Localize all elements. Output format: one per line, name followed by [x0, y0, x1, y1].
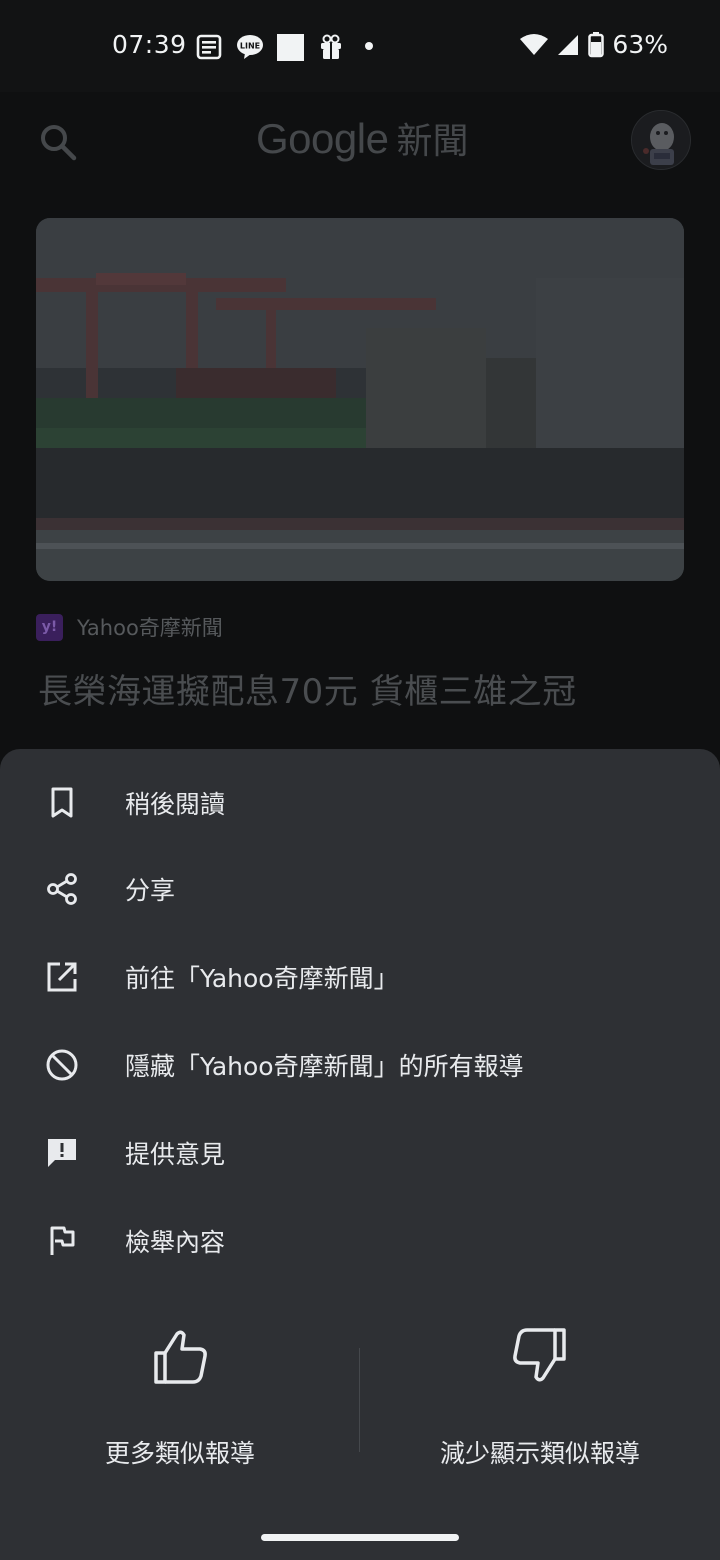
app-bar: Google 新聞: [0, 92, 720, 192]
cellular-signal-icon: [558, 34, 579, 55]
more-like-this-label: 更多類似報導: [104, 1439, 255, 1468]
svg-text:LINE: LINE: [240, 42, 260, 51]
line-app-icon: LINE: [237, 35, 263, 59]
dot-icon: [365, 42, 373, 50]
feedback-row: 更多類似報導 減少顯示類似報導: [0, 1320, 720, 1480]
menu-item-report[interactable]: 檢舉內容: [0, 1197, 720, 1285]
block-icon: [44, 1047, 80, 1083]
news-notification-icon: [196, 34, 222, 60]
menu-item-go-to-source[interactable]: 前往「Yahoo奇摩新聞」: [0, 933, 720, 1021]
open-external-icon: [44, 959, 80, 995]
bookmark-icon: [44, 785, 80, 821]
article-headline[interactable]: 長榮海運擬配息70元 貨櫃三雄之冠: [38, 664, 577, 713]
thumbs-up-icon: [154, 1330, 207, 1384]
app-title: Google 新聞: [256, 112, 468, 164]
menu-item-read-later[interactable]: 稍後閱讀: [0, 759, 720, 847]
menu-label-share: 分享: [125, 876, 176, 905]
home-indicator[interactable]: [261, 1534, 459, 1541]
menu-label-go-to-source: 前往「Yahoo奇摩新聞」: [125, 964, 399, 993]
thumbs-down-icon: [513, 1328, 566, 1382]
menu-label-hide-source: 隱藏「Yahoo奇摩新聞」的所有報導: [125, 1052, 524, 1081]
battery-icon: [588, 31, 605, 57]
share-icon: [44, 871, 80, 907]
menu-label-report: 檢舉內容: [125, 1228, 226, 1257]
account-avatar[interactable]: [631, 110, 691, 170]
menu-label-read-later: 稍後閱讀: [125, 790, 226, 819]
avatar-image: [632, 111, 690, 169]
wifi-icon: [520, 33, 549, 55]
menu-item-feedback[interactable]: 提供意見: [0, 1109, 720, 1197]
gift-icon: [321, 34, 341, 59]
status-time: 07:39: [112, 30, 187, 59]
search-icon[interactable]: [36, 120, 80, 164]
fewer-like-this-label: 減少顯示類似報導: [439, 1439, 640, 1468]
status-bar: 07:39 LINE 63%: [0, 0, 720, 92]
battery-percent: 63%: [612, 30, 668, 59]
article-image[interactable]: [36, 218, 684, 581]
container-ship-photo: [36, 218, 684, 581]
square-notification-icon: [277, 34, 304, 61]
source-name: Yahoo奇摩新聞: [77, 616, 223, 640]
app-title-suffix: 新聞: [396, 121, 469, 162]
menu-label-feedback: 提供意見: [125, 1140, 226, 1169]
menu-item-share[interactable]: 分享: [0, 845, 720, 933]
app-title-brand: Google: [256, 115, 389, 162]
article-source[interactable]: y! Yahoo奇摩新聞: [36, 612, 223, 642]
more-like-this-button[interactable]: 更多類似報導: [0, 1320, 360, 1480]
source-logo: y!: [36, 613, 63, 641]
feedback-icon: [44, 1135, 80, 1171]
flag-icon: [44, 1223, 80, 1259]
status-right-group: 63%: [520, 30, 668, 59]
menu-item-hide-source[interactable]: 隱藏「Yahoo奇摩新聞」的所有報導: [0, 1021, 720, 1109]
fewer-like-this-button[interactable]: 減少顯示類似報導: [360, 1320, 720, 1480]
